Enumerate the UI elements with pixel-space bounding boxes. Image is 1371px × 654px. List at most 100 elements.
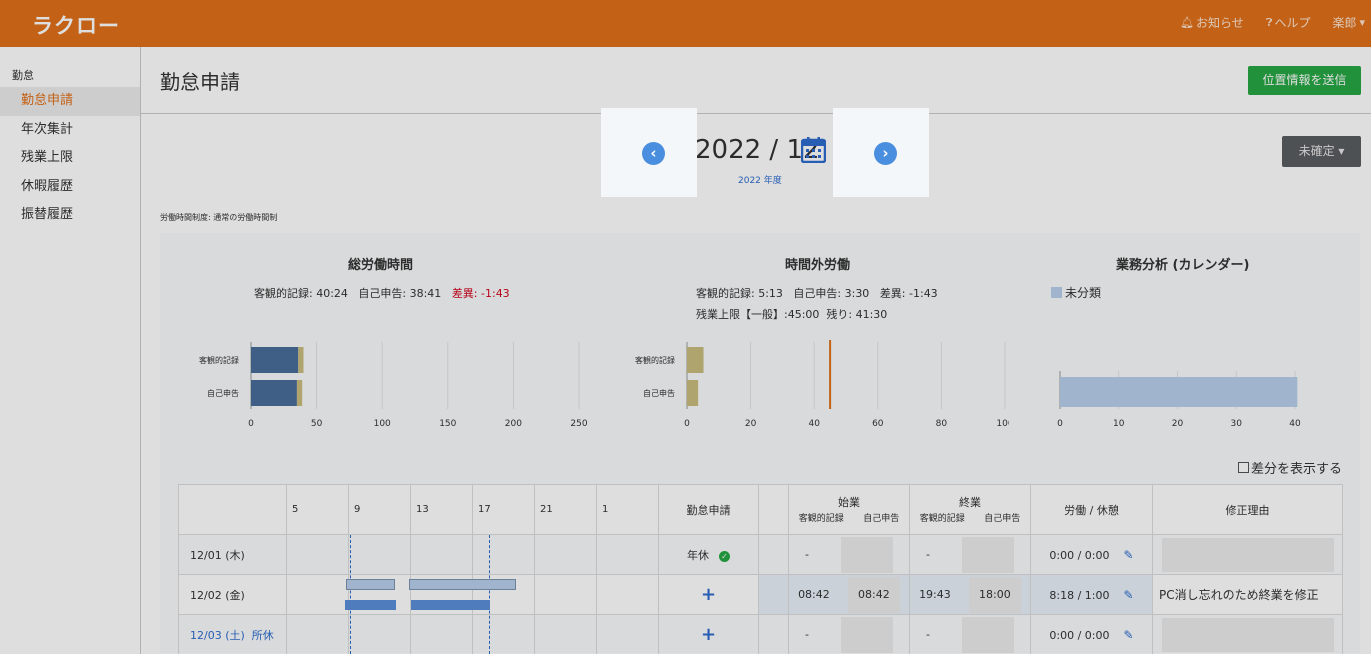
row-request[interactable]: + [658,574,759,615]
overtime-remaining: 残り: 41:30 [826,308,888,321]
total-hours-chart: 0 50 100 150 200 250 客観的記録自己申告 [199,342,588,429]
tick-label: 10 [1113,419,1125,429]
tick-label: 80 [936,419,948,429]
status-dropdown[interactable]: 未確定 ▾ [1282,136,1361,167]
header-end-self: 自己申告 [984,513,1021,524]
tick-label: 30 [1231,419,1243,429]
timeline-start-line [350,535,351,654]
show-diff-checkbox[interactable] [1237,462,1249,473]
add-request-icon[interactable]: + [701,624,716,645]
notice-link[interactable]: 🔔︎ お知らせ [1180,14,1244,31]
tick-label: 0 [684,419,690,429]
notice-label: お知らせ [1196,16,1244,30]
sidebar-section-title: 勤怠 [12,69,34,82]
overtime-limit: 残業上限【一般】:45:00 残り: 41:30 [696,306,887,322]
work-system-note: 労働時間制度: 通常の労働時間制 [160,213,278,222]
pencil-icon[interactable]: ✎ [1124,548,1134,562]
header-spacer [758,484,789,535]
sidebar-item-annual[interactable]: 年次集計 [0,116,140,145]
show-diff-toggle[interactable]: 差分を表示する [1237,458,1342,477]
business-analysis-title: 業務分析 (カレンダー) [1116,258,1250,273]
start-self-input[interactable] [840,616,893,653]
help-link[interactable]: ❓︎ ヘルプ [1266,14,1311,31]
header-start-self: 自己申告 [863,513,900,524]
show-diff-label: 差分を表示する [1250,462,1342,477]
caret-down-icon: ▾ [1359,16,1365,29]
end-self-input[interactable] [961,536,1014,573]
row-start: 08:42 08:42 [788,574,910,615]
total-hours-title: 総労働時間 [348,258,414,273]
timeline-end-line [489,535,490,654]
chevron-left-icon: ‹ [642,142,665,165]
row-work: 8:18 / 1:00 ✎ [1030,574,1153,615]
row-reason: PC消し忘れのため終業を修正 [1152,574,1343,615]
header-start-label: 始業 [838,495,860,509]
row-reason [1152,534,1343,575]
tick-label: 150 [439,419,456,429]
bar [298,347,304,373]
tick-label: 60 [872,419,884,429]
row-date-label: 12/03 (土) [190,628,245,642]
business-chart: 0 10 20 30 40 [1057,371,1301,429]
tick-label: 20 [745,419,757,429]
fiscal-year: 2022 年度 [738,176,782,186]
header-request: 勤怠申請 [658,484,759,535]
tick-label: 100 [374,419,391,429]
sidebar-item-attendance[interactable]: 勤怠申請 [0,87,140,116]
tick-label: 50 [311,419,323,429]
row-date: 12/01 (木) [178,534,287,575]
sidebar-item-transfer-history[interactable]: 振替履歴 [0,201,140,230]
user-menu[interactable]: 楽郎 ▾ [1332,14,1367,31]
table-header: 5 9 13 17 21 1 勤怠申請 始業 客観的記録 自己申告 終業 客観的記… [178,484,1343,535]
total-self: 自己申告: 38:41 [358,287,442,300]
holiday-label: 所休 [251,628,274,642]
row-work: 0:00 / 0:00 ✎ [1030,614,1153,654]
sidebar-item-leave-history[interactable]: 休暇履歴 [0,173,140,202]
reason-input[interactable] [1161,617,1334,652]
total-objective: 客観的記録: 40:24 [254,287,348,300]
start-self-input[interactable] [840,536,893,573]
add-request-icon[interactable]: + [701,584,716,605]
row-end: 19:43 18:00 [909,574,1031,615]
sidebar-item-overtime-limit[interactable]: 残業上限 [0,144,140,173]
tick-label: 20 [1172,419,1184,429]
header-end: 終業 客観的記録 自己申告 [909,484,1031,535]
pencil-icon[interactable]: ✎ [1124,588,1134,602]
calendar-icon[interactable] [801,136,826,163]
end-self-input[interactable]: 18:00 [968,576,1021,613]
objective-time-bar [346,579,395,590]
work-break: 8:18 / 1:00 [1049,588,1110,602]
approved-check-icon: ✓ [719,550,730,562]
overtime-title: 時間外労働 [785,258,851,273]
row-start: - [788,534,910,575]
pencil-icon[interactable]: ✎ [1124,628,1134,642]
row-date: 12/02 (金) [178,574,287,615]
caret-down-icon: ▾ [1338,144,1345,158]
row-request[interactable]: + [658,614,759,654]
legend-swatch [1051,287,1062,298]
top-nav: 🔔︎ お知らせ ❓︎ ヘルプ 楽郎 ▾ [1180,14,1371,31]
start-self-input[interactable]: 08:42 [847,576,900,613]
help-icon: ❓︎ [1265,15,1273,29]
tick-label: 40 [1289,419,1301,429]
top-bar: ラクロー 🔔︎ お知らせ ❓︎ ヘルプ 楽郎 ▾ [0,0,1371,47]
tick-label: 0 [1057,419,1063,429]
table-row: 12/03 (土) 所休 + - - 0:00 / 0:00 ✎ [178,614,1343,654]
row-request[interactable]: 年休 ✓ [658,534,759,575]
send-location-button[interactable]: 位置情報を送信 [1248,66,1361,95]
next-month-button[interactable]: › [833,108,929,197]
header-end-objective: 客観的記録 [919,513,965,524]
user-name: 楽郎 [1332,16,1357,30]
app-logo[interactable]: ラクロー [32,10,120,40]
total-diff: 差異: -1:43 [451,287,510,300]
reason-input[interactable] [1161,537,1334,572]
end-self-input[interactable] [961,616,1014,653]
prev-month-button[interactable]: ‹ [601,108,697,197]
tick-label: 0 [248,419,254,429]
reason-text[interactable]: PC消し忘れのため終業を修正 [1159,588,1319,602]
attendance-table: 5 9 13 17 21 1 勤怠申請 始業 客観的記録 自己申告 終業 客観的記… [178,484,1343,654]
bar [1060,377,1298,407]
self-report-time-bar [411,600,490,610]
status-label: 未確定 [1298,144,1335,158]
tick-label: 250 [570,419,587,429]
